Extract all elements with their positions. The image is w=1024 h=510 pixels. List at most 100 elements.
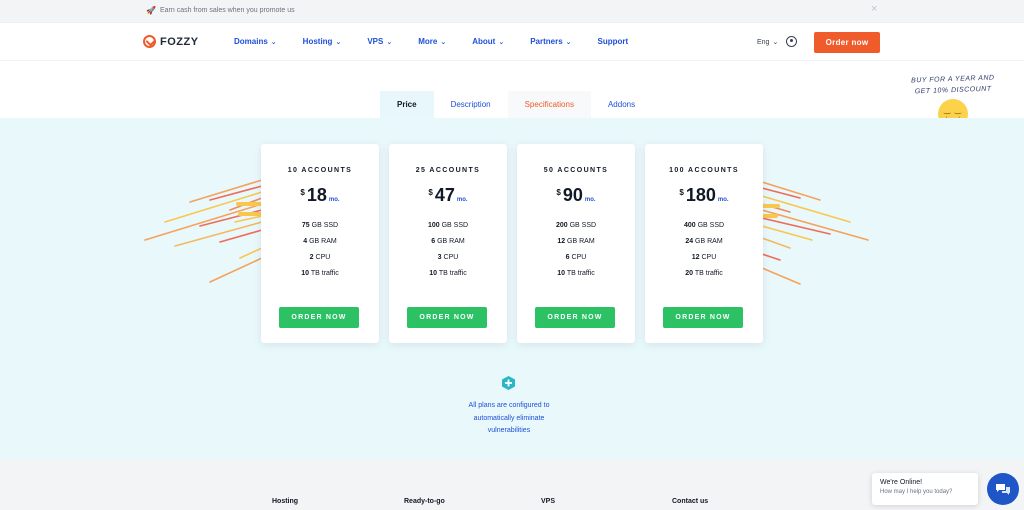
spec-unit: GB SSD [695,222,725,229]
nav-item-label: Support [597,37,629,46]
price-amount: 47 [434,185,455,205]
order-now-button[interactable]: Order now [814,32,880,53]
user-account-icon[interactable] [786,36,797,47]
nav-item-hosting[interactable]: Hosting ⌄ [303,37,342,46]
order-now-button[interactable]: ORDER NOW [663,307,743,328]
shield-plus-icon [502,376,515,390]
spec-unit: CPU [699,254,717,261]
plan-price: $ 47 mo. [389,185,507,205]
security-line: All plans are configured to [468,402,550,409]
order-now-button[interactable]: ORDER NOW [407,307,487,328]
spec-unit: GB SSD [567,222,597,229]
nav-item-label: VPS [367,37,384,46]
main-nav: Domains ⌄ Hosting ⌄ VPS ⌄ More ⌄ About ⌄ Part… [234,37,654,46]
plan-price: $ 180 mo. [645,185,763,205]
logo[interactable]: FOZZY [143,35,199,48]
spec-ram: 24 GB RAM [645,238,763,245]
currency-symbol: $ [556,188,561,197]
promo-link[interactable]: 🚀 Earn cash from sales when you promote … [146,6,295,15]
plan-price: $ 18 mo. [261,185,379,205]
chevron-down-icon: ⌄ [440,38,447,46]
currency-symbol: $ [679,188,684,197]
spec-unit: GB SSD [309,222,339,229]
price-period: mo. [584,197,596,203]
plan-card-25-accounts: 25 ACCOUNTS $ 47 mo. 100 GB SSD 6 GB RAM… [389,144,507,343]
nav-item-partners[interactable]: Partners ⌄ [530,37,571,46]
spec-unit: GB RAM [307,238,337,245]
order-now-button[interactable]: ORDER NOW [279,307,359,328]
spec-traffic: 10 TB traffic [261,270,379,277]
nav-item-support[interactable]: Support [598,37,629,46]
spec-value: 10 [429,270,438,277]
spec-cpu: 2 CPU [261,254,379,261]
chevron-down-icon: ⌄ [565,38,572,46]
price-period: mo. [717,197,729,203]
nav-item-more[interactable]: More ⌄ [418,37,446,46]
chevron-down-icon: ⌄ [335,38,342,46]
plan-title: 10 ACCOUNTS [287,167,353,174]
footer-heading-contact: Contact us [672,498,709,505]
spec-value: 10 [557,270,566,277]
tab-specifications[interactable]: Specifications [507,91,591,118]
nav-item-about[interactable]: About ⌄ [472,37,504,46]
price-period: mo. [456,197,468,203]
spec-value: 400 [683,222,696,229]
plan-card-10-accounts: 10 ACCOUNTS $ 18 mo. 75 GB SSD 4 GB RAM … [261,144,379,343]
promo-text: Earn cash from sales when you promote us [159,7,295,14]
spec-value: 24 [685,238,694,245]
spec-cpu: 6 CPU [517,254,635,261]
spec-value: 12 [691,254,700,261]
spec-unit: GB RAM [693,238,723,245]
spec-unit: TB traffic [565,270,595,277]
spec-value: 12 [557,238,566,245]
nav-item-domains[interactable]: Domains ⌄ [234,37,277,46]
rocket-icon: 🚀 [146,6,156,15]
spec-ram: 6 GB RAM [389,238,507,245]
promo-bar: 🚀 Earn cash from sales when you promote … [0,0,1024,23]
spec-value: 75 [301,222,310,229]
spec-value: 10 [301,270,310,277]
spec-value: 100 [427,222,440,229]
spec-unit: GB SSD [439,222,469,229]
footer-heading-hosting: Hosting [272,498,299,505]
chevron-down-icon: ⌄ [772,39,779,46]
spec-cpu: 3 CPU [389,254,507,261]
close-icon[interactable]: × [871,4,877,15]
tab-addons[interactable]: Addons [591,91,652,118]
chat-subtitle: How may I help you today? [880,489,953,495]
spec-cpu: 12 CPU [645,254,763,261]
spec-ssd: 400 GB SSD [645,222,763,229]
nav-item-vps[interactable]: VPS ⌄ [367,37,392,46]
spec-unit: TB traffic [309,270,339,277]
spec-unit: TB traffic [437,270,467,277]
currency-symbol: $ [300,188,305,197]
spec-value: 20 [685,270,694,277]
spec-unit: GB RAM [565,238,595,245]
chat-bubble[interactable]: We're Online! How may I help you today? [872,473,978,505]
footer-heading-vps: VPS [541,498,556,505]
price-amount: 180 [685,185,716,205]
chevron-down-icon: ⌄ [498,38,505,46]
language-selector[interactable]: Eng ⌄ [757,38,779,47]
nav-item-label: Domains [234,37,268,46]
price-amount: 18 [306,185,327,205]
nav-item-label: About [472,37,496,46]
spec-ssd: 200 GB SSD [517,222,635,229]
tab-price[interactable]: Price [380,91,434,118]
nav-item-label: Partners [530,37,563,46]
spec-unit: CPU [441,254,459,261]
security-line: vulnerabilities [487,427,531,434]
chevron-down-icon: ⌄ [386,38,393,46]
chat-button[interactable] [987,473,1019,505]
order-now-button[interactable]: ORDER NOW [535,307,615,328]
tab-description[interactable]: Description [434,91,508,118]
nav-item-label: More [418,37,438,46]
security-note: All plans are configured to automaticall… [449,400,569,438]
spec-ssd: 75 GB SSD [261,222,379,229]
plan-card-50-accounts: 50 ACCOUNTS $ 90 mo. 200 GB SSD 12 GB RA… [517,144,635,343]
discount-note: BUY FOR A YEAR AND GET 10% DISCOUNT [910,74,995,96]
spec-unit: CPU [313,254,331,261]
price-amount: 90 [562,185,583,205]
plan-title: 100 ACCOUNTS [669,167,739,174]
spec-unit: CPU [569,254,587,261]
